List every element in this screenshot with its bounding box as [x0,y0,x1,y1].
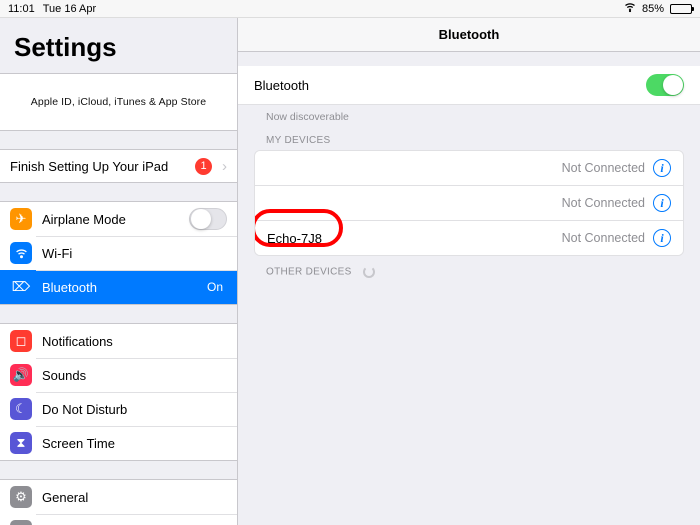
bluetooth-icon: ⌦ [10,276,32,298]
finish-setup-label: Finish Setting Up Your iPad [10,159,195,174]
info-icon[interactable]: i [653,159,671,177]
settings-title: Settings [0,18,237,73]
finish-setup-row[interactable]: Finish Setting Up Your iPad 1 › [0,150,237,182]
spinner-icon [363,266,375,278]
apple-id-row[interactable]: Apple ID, iCloud, iTunes & App Store [0,74,237,130]
sidebar-item-control-centre[interactable]: ◉ Control Centre [0,514,237,525]
chevron-right-icon: › [222,158,227,175]
device-row[interactable]: Not Connected i [255,185,683,220]
airplane-toggle[interactable] [189,208,227,230]
moon-icon: ☾ [10,398,32,420]
sidebar: Settings Apple ID, iCloud, iTunes & App … [0,18,238,525]
sidebar-item-sounds[interactable]: 🔊 Sounds [0,358,237,392]
status-bar: 11:01 Tue 16 Apr 85% [0,0,700,18]
status-date: Tue 16 Apr [43,3,96,15]
device-row[interactable]: Not Connected i [255,151,683,185]
sidebar-item-airplane[interactable]: ✈ Airplane Mode [0,202,237,236]
status-time: 11:01 [8,3,35,15]
sidebar-item-notifications[interactable]: ◻ Notifications [0,324,237,358]
sounds-icon: 🔊 [10,364,32,386]
battery-percent: 85% [642,3,664,15]
other-devices-header: OTHER DEVICES [254,256,684,282]
airplane-icon: ✈ [10,208,32,230]
notifications-icon: ◻ [10,330,32,352]
sidebar-item-general[interactable]: ⚙ General [0,480,237,514]
info-icon[interactable]: i [653,229,671,247]
battery-icon [670,4,692,14]
page-title: Bluetooth [238,18,700,52]
hourglass-icon: ⧗ [10,432,32,454]
wifi-icon [624,1,636,16]
main-panel: Bluetooth Bluetooth Now discoverable MY … [238,18,700,525]
bluetooth-toggle-row: Bluetooth [254,66,684,104]
info-icon[interactable]: i [653,194,671,212]
discoverable-text: Now discoverable [254,105,684,125]
bluetooth-toggle[interactable] [646,74,684,96]
sidebar-item-screentime[interactable]: ⧗ Screen Time [0,426,237,460]
setup-badge: 1 [195,158,212,175]
control-centre-icon: ◉ [10,520,32,525]
sidebar-item-bluetooth[interactable]: ⌦ Bluetooth On [0,270,237,304]
wifi-icon [10,242,32,264]
gear-icon: ⚙ [10,486,32,508]
sidebar-item-dnd[interactable]: ☾ Do Not Disturb [0,392,237,426]
sidebar-item-wifi[interactable]: Wi-Fi [0,236,237,270]
device-row-echo[interactable]: Echo-7J8 Not Connected i [255,220,683,255]
my-devices-header: MY DEVICES [254,125,684,150]
